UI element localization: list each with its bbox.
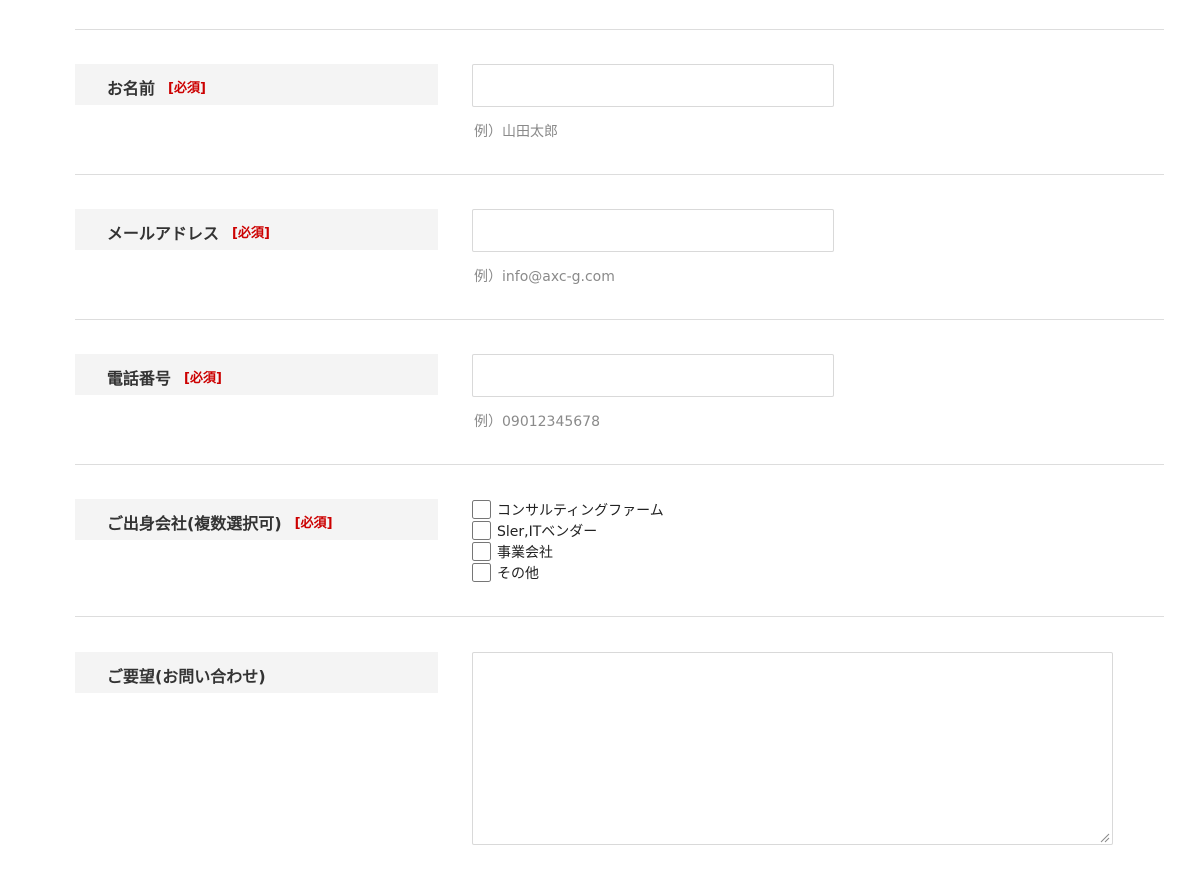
company-option-sier-it-vendor[interactable]: Sler,ITベンダー xyxy=(472,520,664,541)
email-hint: 例）info@axc-g.com xyxy=(474,269,615,285)
email-label-box: メールアドレス [必須] xyxy=(75,209,438,250)
name-label: お名前 xyxy=(107,78,156,98)
phone-input[interactable] xyxy=(472,354,834,397)
contact-form: お名前 [必須] 例）山田太郎 メールアドレス [必須] 例）info@axc-… xyxy=(0,0,1200,869)
company-option-consulting[interactable]: コンサルティングファーム xyxy=(472,499,664,520)
email-label: メールアドレス xyxy=(107,223,220,243)
company-option-business-company[interactable]: 事業会社 xyxy=(472,541,664,562)
phone-label-box: 電話番号 [必須] xyxy=(75,354,438,395)
company-option-other[interactable]: その他 xyxy=(472,562,664,583)
company-required-badge: [必須] xyxy=(294,516,333,531)
checkbox-label: コンサルティングファーム xyxy=(497,502,664,519)
name-required-badge: [必須] xyxy=(168,81,206,96)
divider xyxy=(75,464,1164,465)
name-label-box: お名前 [必須] xyxy=(75,64,438,105)
divider xyxy=(75,174,1164,175)
name-input[interactable] xyxy=(472,64,834,107)
email-required-badge: [必須] xyxy=(232,226,270,241)
checkbox-label: Sler,ITベンダー xyxy=(497,523,598,540)
divider xyxy=(75,319,1164,320)
phone-hint: 例）09012345678 xyxy=(474,414,600,430)
checkbox-consulting[interactable] xyxy=(472,500,491,519)
checkbox-sier-it-vendor[interactable] xyxy=(472,521,491,540)
name-hint: 例）山田太郎 xyxy=(474,124,558,140)
phone-required-badge: [必須] xyxy=(184,371,222,386)
company-label-box: ご出身会社(複数選択可) [必須] xyxy=(75,499,438,540)
company-checkbox-group: コンサルティングファーム Sler,ITベンダー 事業会社 その他 xyxy=(472,499,664,583)
divider xyxy=(75,616,1164,617)
checkbox-other[interactable] xyxy=(472,563,491,582)
request-label-box: ご要望(お問い合わせ) xyxy=(75,652,438,693)
company-label: ご出身会社(複数選択可) xyxy=(107,513,282,533)
resize-handle-icon[interactable] xyxy=(1100,833,1110,843)
request-label: ご要望(お問い合わせ) xyxy=(107,666,266,686)
request-textarea[interactable] xyxy=(472,652,1113,845)
checkbox-business-company[interactable] xyxy=(472,542,491,561)
checkbox-label: その他 xyxy=(497,565,539,582)
divider xyxy=(75,29,1164,30)
phone-label: 電話番号 xyxy=(107,368,172,388)
email-input[interactable] xyxy=(472,209,834,252)
checkbox-label: 事業会社 xyxy=(497,544,553,561)
